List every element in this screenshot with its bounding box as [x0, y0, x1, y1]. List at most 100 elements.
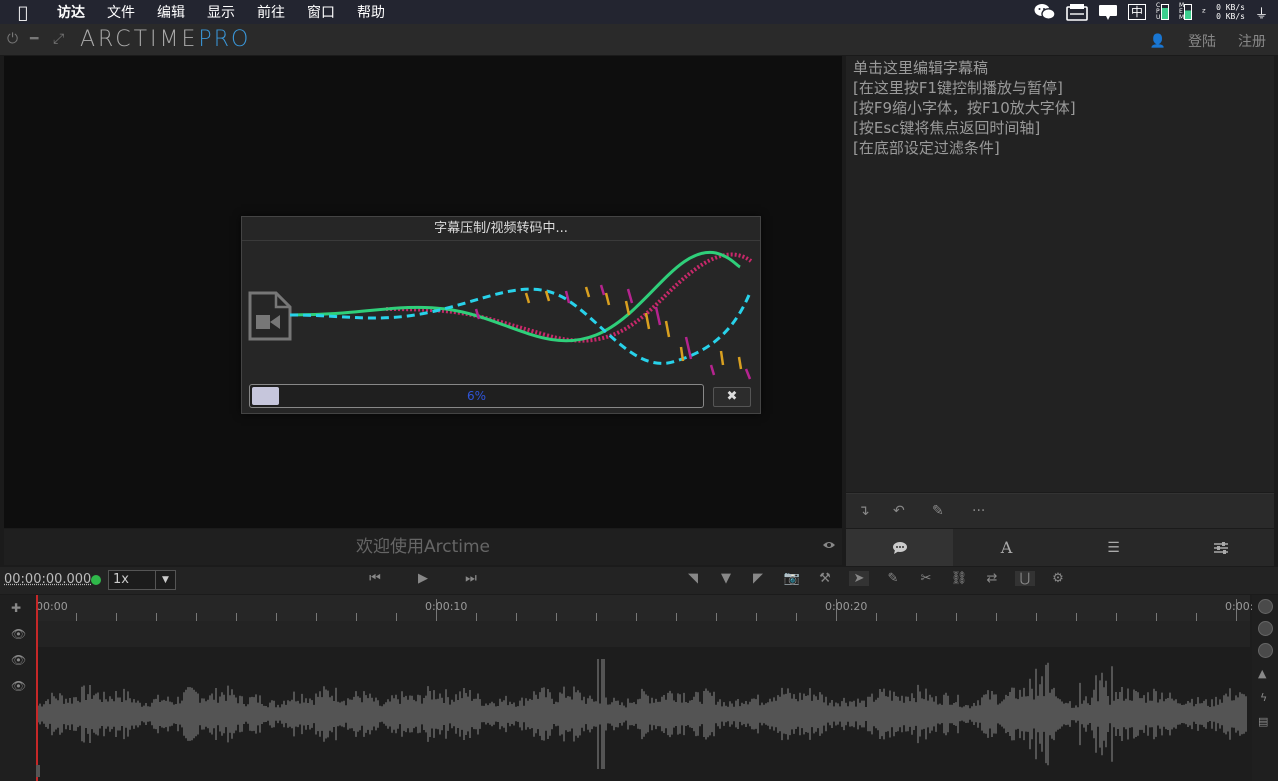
ruler-ticks [36, 599, 1237, 621]
lightning-icon[interactable]: ϟ [1260, 691, 1267, 704]
eye-icon[interactable]: 👁 [11, 653, 26, 667]
transport-bar: 00:00:00.000 1x ▼ ⏮ ▶ ⏭ ◥ ▼ ◤ 📷 ⚒ ➤ ✎ ✂ … [0, 567, 1278, 594]
app-logo: ARCTIMEPRO [80, 27, 250, 52]
video-file-icon [248, 291, 292, 341]
editor-line: [按F9缩小字体，按F10放大字体] [853, 99, 1076, 117]
zoom-knob-icon[interactable] [1258, 621, 1273, 636]
editor-toolbar: ↴ ↶ ✎ ··· [846, 493, 1274, 528]
camera-icon[interactable]: 📷 [782, 571, 802, 586]
notification-icon[interactable] [1098, 3, 1118, 21]
swap-icon[interactable]: ⇄ [982, 571, 1002, 586]
play-icon[interactable]: ▶ [413, 571, 433, 586]
ruler-label: 0:00:10 [425, 600, 468, 613]
register-link[interactable]: 注册 [1238, 31, 1266, 51]
fullscreen-icon[interactable]: ⤢ [53, 31, 64, 47]
progress-percent: 6% [466, 389, 487, 403]
select-tool-icon[interactable]: ➤ [849, 571, 869, 586]
chevron-down-icon[interactable]: ▼ [155, 571, 175, 589]
green-curve [289, 250, 741, 343]
brand-pro: PRO [198, 27, 251, 52]
menu-edit[interactable]: 编辑 [146, 2, 196, 22]
login-link[interactable]: 登陆 [1188, 31, 1216, 51]
subtitle-script-editor[interactable]: 单击这里编辑字幕稿 [在这里按F1键控制播放与暂停] [按F9缩小字体，按F10… [846, 56, 1274, 492]
waveform-path [37, 659, 1247, 769]
network-speed[interactable]: 0 KB/s 0 KB/s [1216, 3, 1245, 21]
apple-icon[interactable]:  [0, 3, 46, 22]
insert-icon[interactable]: ↴ [858, 503, 870, 519]
subtitle-track[interactable] [36, 621, 1250, 647]
undo-icon[interactable]: ↶ [893, 503, 905, 519]
table-icon[interactable]: ▤ [1258, 715, 1268, 728]
list-icon: ☰ [1107, 539, 1120, 556]
more-icon[interactable]: ··· [972, 503, 985, 519]
eye-icon[interactable] [822, 540, 836, 550]
audio-track[interactable] [36, 621, 1250, 781]
playhead[interactable] [36, 595, 38, 781]
editor-line: [在这里按F1键控制播放与暂停] [853, 79, 1063, 97]
chart-icon[interactable]: ▲ [1258, 667, 1266, 680]
sliders-icon [1213, 541, 1228, 554]
account-area: 👤 登陆 注册 [1150, 31, 1266, 51]
tab-list[interactable]: ☰ [1060, 529, 1167, 566]
timeline[interactable]: ✚ 👁 👁 👁 00:00 0:00:10 0:00:20 0:00: ▲ ϟ … [0, 595, 1278, 781]
mark-point-icon[interactable]: ▼ [716, 571, 736, 586]
usb-icon[interactable]: ⏚ [1255, 3, 1268, 22]
pencil-icon[interactable]: ✎ [932, 503, 944, 519]
dialog-title: 字幕压制/视频转码中... [242, 217, 760, 241]
time-ruler[interactable]: 00:00 0:00:10 0:00:20 0:00: [36, 595, 1253, 621]
zoom-knob-icon[interactable] [1258, 599, 1273, 614]
magnet-icon[interactable]: ⋃ [1015, 571, 1035, 586]
power-icon[interactable]: ⏻ [7, 31, 18, 47]
transcode-dialog: 字幕压制/视频转码中... 6% ✖ [241, 216, 761, 414]
menu-go[interactable]: 前往 [246, 2, 296, 22]
tab-settings[interactable] [1167, 529, 1274, 566]
orange-dash-marks [524, 286, 743, 370]
mem-meter[interactable]: MEM [1179, 3, 1193, 21]
mark-in-icon[interactable]: ◥ [683, 571, 703, 586]
menu-view[interactable]: 显示 [196, 2, 246, 22]
tab-style[interactable]: A [953, 529, 1060, 566]
zoom-knob-icon[interactable] [1258, 643, 1273, 658]
tab-subtitles[interactable] [846, 529, 953, 566]
brand-main: ARCTIME [80, 27, 199, 52]
mark-out-icon[interactable]: ◤ [748, 571, 768, 586]
cpu-bar-icon [1161, 4, 1170, 20]
menu-window[interactable]: 窗口 [296, 2, 346, 22]
minimize-icon[interactable]: ━ [30, 31, 38, 47]
editor-line: 单击这里编辑字幕稿 [853, 59, 989, 77]
editor-line: [在底部设定过滤条件] [853, 139, 1000, 157]
magic-wand-icon[interactable]: ⚒ [815, 571, 835, 586]
eye-icon[interactable]: 👁 [11, 627, 26, 641]
cpu-meter[interactable]: CPU [1156, 2, 1170, 21]
progress-bar: 6% [249, 384, 704, 408]
eye-icon[interactable]: 👁 [11, 679, 26, 693]
font-style-label: A [1000, 538, 1013, 557]
cancel-button[interactable]: ✖ [713, 387, 751, 407]
edit-tool-icon[interactable]: ✎ [883, 571, 903, 586]
status-tray: 中 CPU MEM ᶻ 0 KB/s 0 KB/s ⏚ [1034, 0, 1268, 24]
menu-finder[interactable]: 访达 [46, 2, 96, 22]
previous-icon[interactable]: ⏮ [365, 571, 385, 586]
timecode-display[interactable]: 00:00:00.000 [4, 572, 91, 587]
menu-help[interactable]: 帮助 [346, 2, 396, 22]
playback-speed-select[interactable]: 1x ▼ [108, 570, 176, 590]
zoom-controls: ▲ ϟ ▤ [1252, 595, 1278, 781]
input-method-indicator[interactable]: 中 [1128, 4, 1147, 20]
next-icon[interactable]: ⏭ [461, 571, 481, 586]
menu-file[interactable]: 文件 [96, 2, 146, 22]
wechat-icon[interactable] [1034, 3, 1056, 21]
link-icon[interactable]: ⛓ [949, 571, 969, 586]
track-controls: ✚ 👁 👁 👁 [0, 595, 36, 781]
sleep-icon[interactable]: ᶻ [1202, 6, 1206, 19]
user-icon: 👤 [1149, 33, 1166, 49]
ruler-label: 00:00 [36, 600, 68, 613]
cpu-label: CPU [1156, 2, 1161, 21]
magenta-dash-marks [474, 284, 752, 380]
system-menu-bar:  访达 文件 编辑 显示 前往 窗口 帮助 中 CPU MEM ᶻ [0, 0, 1278, 24]
scissors-icon[interactable]: ✂ [916, 571, 936, 586]
drive-icon[interactable] [1066, 3, 1088, 21]
add-track-icon[interactable]: ✚ [11, 601, 21, 615]
gear-icon[interactable]: ⚙ [1048, 571, 1068, 586]
editor-tabs: A ☰ [846, 529, 1274, 566]
timeline-scroll-handle[interactable] [36, 765, 40, 777]
